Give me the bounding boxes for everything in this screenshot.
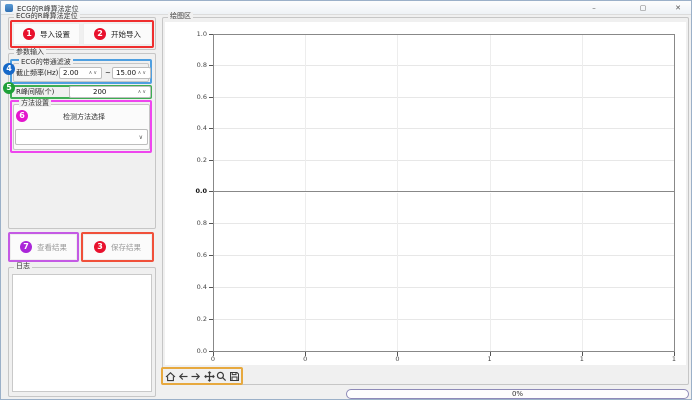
rpeak-spinbox[interactable]: 200 ∧∨ — [69, 86, 151, 98]
spinner-arrows-icon[interactable]: ∧∨ — [138, 89, 147, 95]
x-tick-label: 0 — [389, 356, 405, 363]
x-tick-label: 1 — [666, 356, 682, 363]
rpeak-value: 200 — [93, 88, 106, 96]
mark-3: 3 — [94, 241, 106, 253]
x-tick-mark — [213, 352, 214, 356]
bandpass-groupbox-title: ECG的带通滤波 — [19, 58, 73, 66]
mark-2: 2 — [94, 28, 106, 40]
back-arrow-icon[interactable] — [177, 370, 189, 383]
log-textarea[interactable] — [12, 274, 152, 392]
method-groupbox-title: 方法设置 — [19, 99, 51, 107]
method-combobox[interactable]: ∨ — [15, 129, 148, 145]
y-tick-label: 0.6 — [175, 94, 207, 101]
x-tick-label: 1 — [574, 356, 590, 363]
x-tick-label: 1 — [482, 356, 498, 363]
params-groupbox-title: 参数输入 — [14, 48, 46, 56]
spinner-arrows-icon[interactable]: ∧∨ — [138, 70, 147, 76]
view-results-label: 查看结果 — [37, 242, 67, 253]
start-import-button[interactable]: 2 开始导入 — [83, 23, 152, 45]
x-tick-mark — [674, 352, 675, 356]
save-results-button[interactable]: 3 保存结果 — [83, 234, 152, 260]
y-tick-label: 0.2 — [175, 157, 207, 164]
zoom-icon[interactable] — [215, 370, 227, 383]
progress-label: 0% — [512, 391, 523, 398]
app-icon — [5, 4, 13, 12]
home-icon[interactable] — [164, 370, 176, 383]
y-tick-label-shared: 0.0 — [175, 188, 207, 195]
x-tick-mark — [397, 352, 398, 356]
y-tick-label: 1.0 — [175, 31, 207, 38]
method-select-label: 检测方法选择 — [63, 113, 105, 121]
x-tick-label: 0 — [205, 356, 221, 363]
close-icon[interactable]: ✕ — [667, 2, 689, 14]
import-groupbox-title: ECG的R峰算法定位 — [14, 12, 80, 20]
cutoff-low-value: 2.00 — [63, 69, 79, 77]
x-tick-mark — [490, 352, 491, 356]
rpeak-label: R峰间隔(个) — [16, 88, 54, 96]
import-settings-label: 导入设置 — [40, 29, 70, 40]
cutoff-low-spinbox[interactable]: 2.00 ∧∨ — [59, 67, 102, 79]
forward-arrow-icon[interactable] — [189, 370, 201, 383]
mark-4: 4 — [3, 63, 15, 75]
title-bar: ECG的R峰算法定位 – ▢ ✕ — [1, 1, 691, 15]
mark-6: 6 — [16, 110, 28, 122]
mark-5: 5 — [3, 82, 15, 94]
app-window: ECG的R峰算法定位 – ▢ ✕ ECG的R峰算法定位 1 导入设置 2 开始导… — [0, 0, 692, 400]
cutoff-high-value: 15.00 — [116, 69, 136, 77]
mark-7: 7 — [20, 241, 32, 253]
cutoff-label: 截止频率(Hz): — [16, 69, 61, 77]
import-settings-button[interactable]: 1 导入设置 — [13, 23, 80, 45]
y-tick-label: 0.0 — [175, 348, 207, 355]
cutoff-high-spinbox[interactable]: 15.00 ∧∨ — [112, 67, 151, 79]
view-results-button[interactable]: 7 查看结果 — [10, 234, 77, 260]
log-groupbox-title: 日志 — [14, 262, 32, 270]
maximize-icon[interactable]: ▢ — [632, 2, 654, 14]
y-tick-label: 0.2 — [175, 316, 207, 323]
y-tick-label: 0.8 — [175, 220, 207, 227]
x-tick-mark — [582, 352, 583, 356]
mark-1: 1 — [23, 28, 35, 40]
minimize-icon[interactable]: – — [583, 2, 605, 14]
chevron-down-icon: ∨ — [139, 134, 143, 141]
start-import-label: 开始导入 — [111, 29, 141, 40]
save-results-label: 保存结果 — [111, 242, 141, 253]
y-tick-label: 0.4 — [175, 284, 207, 291]
y-tick-label: 0.4 — [175, 125, 207, 132]
plot-groupbox-title: 绘图区 — [168, 12, 193, 20]
y-tick-label: 0.8 — [175, 62, 207, 69]
save-figure-icon[interactable] — [228, 370, 240, 383]
spinner-arrows-icon[interactable]: ∧∨ — [89, 70, 98, 76]
y-tick-label: 0.6 — [175, 252, 207, 259]
x-tick-mark — [305, 352, 306, 356]
cutoff-separator: ~ — [105, 69, 111, 77]
progress-bar: 0% — [346, 389, 689, 399]
subplot-bottom[interactable] — [213, 191, 675, 352]
pan-icon[interactable] — [203, 370, 215, 383]
subplot-top[interactable] — [213, 34, 675, 192]
x-tick-label: 0 — [297, 356, 313, 363]
